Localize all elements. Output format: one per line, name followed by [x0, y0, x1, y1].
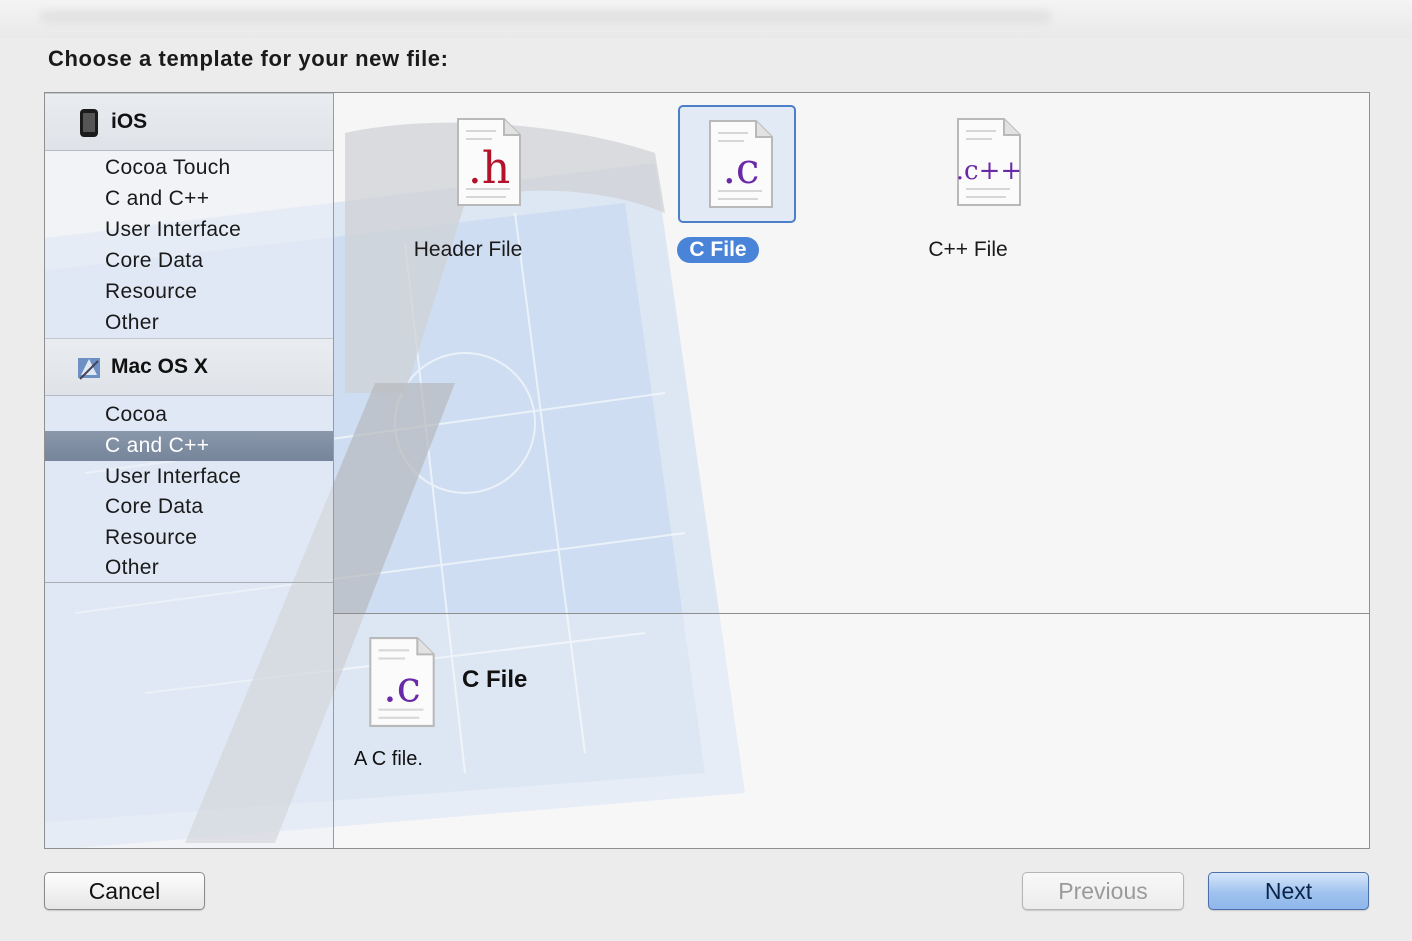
dialog-title: Choose a template for your new file: — [48, 46, 449, 71]
template-glyph: .c — [723, 144, 760, 193]
sidebar-item-mac-other[interactable]: Other — [45, 553, 333, 583]
template-tile[interactable]: .c — [678, 105, 796, 223]
template-label: Header File — [413, 238, 523, 261]
sidebar-item-ios-core-data[interactable]: Core Data — [45, 246, 333, 276]
template-category-sidebar: iOS Cocoa Touch C and C++ User Interface… — [45, 93, 334, 848]
sidebar-group-mac-os-x: Mac OS X — [45, 338, 333, 396]
previous-button[interactable]: Previous — [1022, 872, 1184, 910]
next-button[interactable]: Next — [1208, 872, 1369, 910]
sidebar-item-ios-cocoa-touch[interactable]: Cocoa Touch — [45, 153, 333, 183]
header-file-icon: .h — [457, 118, 521, 206]
template-glyph: .c++ — [956, 156, 1022, 186]
template-label: C File — [677, 237, 759, 263]
mac-os-x-icon — [78, 358, 100, 380]
template-details-pane: .c C File A C file. — [334, 614, 1369, 848]
sidebar-divider — [45, 582, 333, 583]
sidebar-item-ios-user-interface[interactable]: User Interface — [45, 215, 333, 245]
sidebar-item-mac-resource[interactable]: Resource — [45, 523, 333, 553]
template-chooser-frame: iOS Cocoa Touch C and C++ User Interface… — [44, 92, 1370, 849]
sidebar-group-label: Mac OS X — [111, 355, 208, 378]
sidebar-item-ios-resource[interactable]: Resource — [45, 277, 333, 307]
template-glyph: .c — [383, 662, 421, 712]
template-tile[interactable]: .h — [428, 105, 546, 223]
c-file-icon: .c — [709, 120, 773, 208]
sidebar-item-mac-c-and-cpp[interactable]: C and C++ — [45, 431, 333, 461]
template-tile[interactable]: .c++ — [928, 105, 1046, 223]
sidebar-item-mac-cocoa[interactable]: Cocoa — [45, 400, 333, 430]
sidebar-item-ios-c-and-cpp[interactable]: C and C++ — [45, 184, 333, 214]
details-title: C File — [462, 666, 528, 693]
template-glyph: .h — [468, 143, 510, 194]
iphone-icon — [80, 109, 98, 137]
c-file-icon: .c — [369, 637, 435, 727]
window-titlebar — [0, 0, 1412, 38]
cpp-file-icon: .c++ — [956, 118, 1022, 206]
sidebar-item-mac-core-data[interactable]: Core Data — [45, 492, 333, 522]
template-grid: .h Header File .c C File .c++ C++ File — [334, 93, 1369, 613]
sidebar-group-label: iOS — [111, 110, 148, 133]
template-label: C++ File — [928, 238, 1008, 261]
sidebar-item-ios-other[interactable]: Other — [45, 308, 333, 338]
cancel-button[interactable]: Cancel — [44, 872, 205, 910]
sidebar-item-mac-user-interface[interactable]: User Interface — [45, 462, 333, 492]
template-c-file[interactable]: .c C File — [638, 95, 798, 265]
template-header-file[interactable]: .h Header File — [388, 95, 548, 265]
details-description: A C file. — [354, 748, 423, 770]
template-cpp-file[interactable]: .c++ C++ File — [888, 95, 1048, 265]
sidebar-group-ios: iOS — [45, 93, 333, 151]
